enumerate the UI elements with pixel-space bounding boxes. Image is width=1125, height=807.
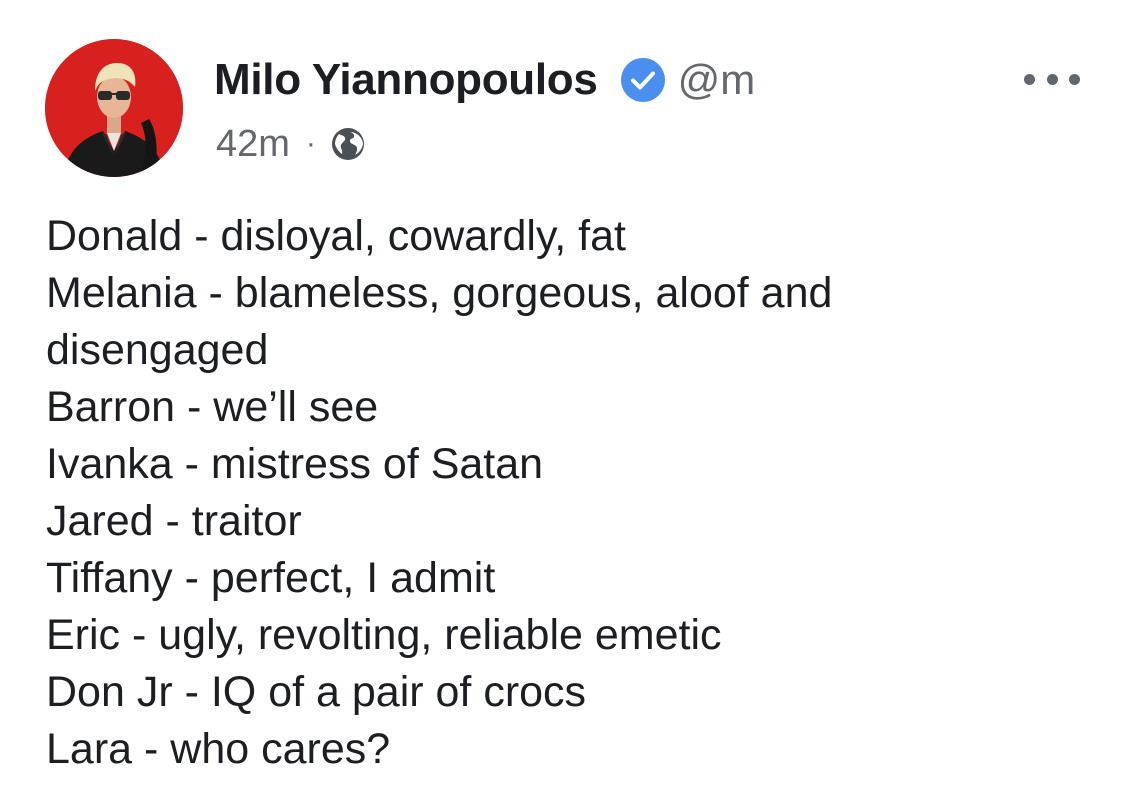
more-dot	[1069, 73, 1080, 85]
author-row: Milo Yiannopoulos @m	[214, 52, 755, 108]
avatar[interactable]	[45, 39, 183, 177]
more-dot	[1024, 73, 1035, 85]
post-line: disengaged	[46, 326, 269, 374]
author-name[interactable]: Milo Yiannopoulos	[214, 55, 598, 105]
post-line: Melania - blameless, gorgeous, aloof and	[46, 269, 833, 317]
post-card: Milo Yiannopoulos @m 42m · Donald - disl…	[0, 0, 1125, 807]
post-timestamp[interactable]: 42m	[216, 123, 290, 166]
post-line: Lara - who cares?	[46, 725, 391, 773]
more-options-icon[interactable]	[1024, 64, 1080, 94]
avatar-photo	[45, 39, 183, 177]
post-line: Barron - we’ll see	[46, 383, 379, 431]
globe-icon[interactable]	[330, 126, 366, 162]
post-line: Don Jr - IQ of a pair of crocs	[46, 668, 587, 716]
post-line: Ivanka - mistress of Satan	[46, 440, 544, 488]
post-line: Jared - traitor	[46, 497, 302, 545]
post-line: Tiffany - perfect, I admit	[46, 554, 496, 602]
author-handle[interactable]: @m	[678, 56, 756, 104]
post-body: Donald - disloyal, cowardly, fat Melania…	[46, 208, 1086, 778]
post-line: Donald - disloyal, cowardly, fat	[46, 212, 626, 260]
verified-badge-icon	[620, 57, 666, 103]
post-line: Eric - ugly, revolting, reliable emetic	[46, 611, 722, 659]
post-meta: 42m ·	[216, 118, 366, 170]
more-dot	[1046, 73, 1058, 85]
meta-separator: ·	[305, 127, 316, 160]
